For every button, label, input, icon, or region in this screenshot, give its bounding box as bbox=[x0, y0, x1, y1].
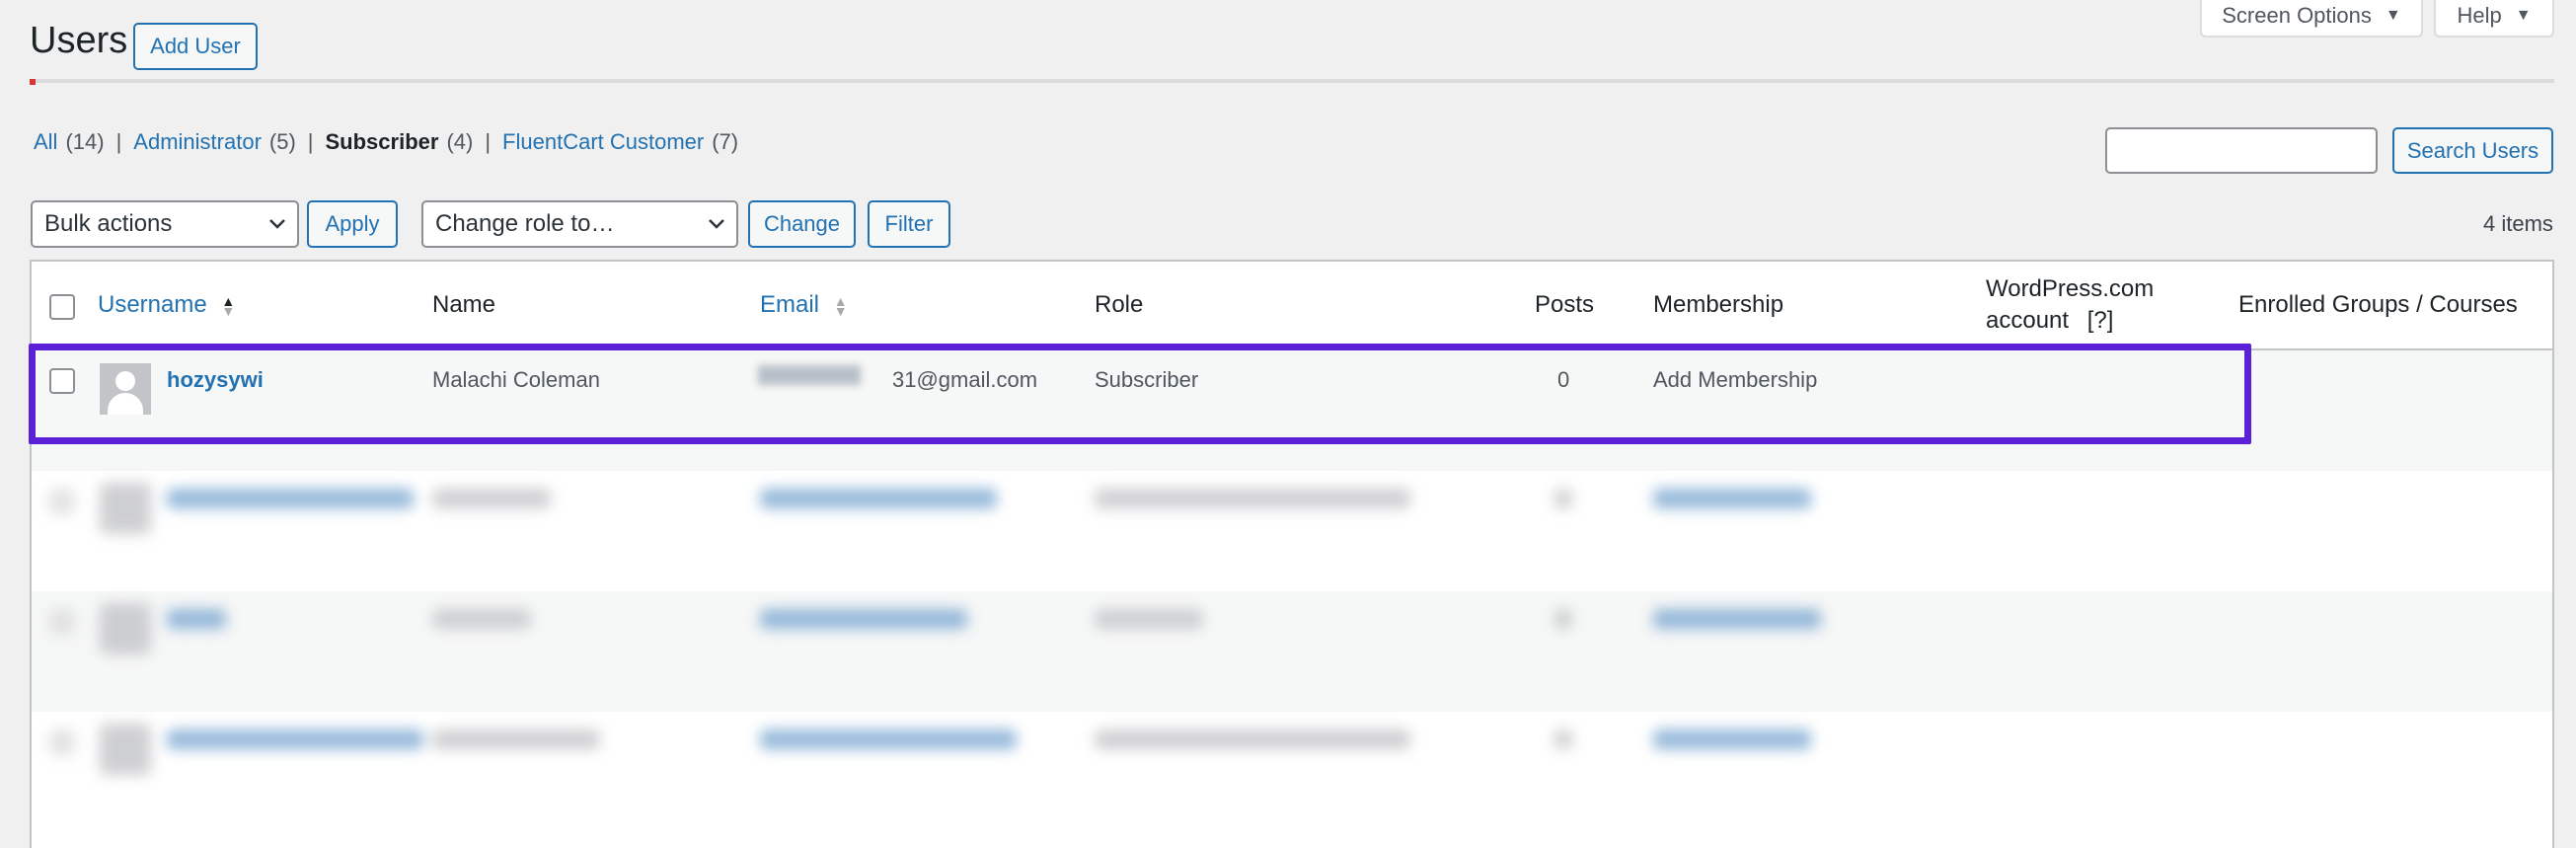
avatar bbox=[100, 724, 151, 775]
user-role bbox=[1095, 730, 1410, 749]
add-membership-link bbox=[1653, 489, 1811, 508]
row-checkbox bbox=[49, 609, 75, 635]
wpcom-help-link[interactable]: [?] bbox=[2087, 307, 2114, 334]
column-name: Name bbox=[432, 291, 496, 318]
table-header: Username ▲ ▼ Name Email ▲ ▼ Role Posts Mem… bbox=[32, 262, 2552, 350]
select-all-checkbox[interactable] bbox=[49, 294, 75, 320]
table-row: hozysywi Malachi Coleman 31@gmail.com Su… bbox=[32, 350, 2552, 471]
column-enrolled: Enrolled Groups / Courses bbox=[2238, 291, 2518, 318]
help-label: Help bbox=[2457, 3, 2502, 28]
role-filter-links: All (14) | Administrator (5) | Subscribe… bbox=[34, 129, 738, 155]
sort-asc-icon: ▲ ▼ bbox=[221, 292, 236, 319]
table-row bbox=[32, 712, 2552, 832]
email-redaction bbox=[758, 365, 861, 385]
items-count: 4 items bbox=[2483, 211, 2553, 236]
add-membership-link bbox=[1653, 609, 1821, 629]
column-wpcom-account: WordPress.com account [?] bbox=[1986, 273, 2154, 337]
user-email[interactable]: 31@gmail.com bbox=[892, 366, 1037, 394]
avatar bbox=[100, 363, 151, 415]
table-row bbox=[32, 591, 2552, 712]
column-posts: Posts bbox=[1535, 291, 1595, 318]
change-role-button[interactable]: Change bbox=[748, 200, 856, 248]
user-email bbox=[760, 730, 1017, 749]
filter-subscriber[interactable]: Subscriber bbox=[326, 129, 439, 155]
apply-button[interactable]: Apply bbox=[307, 200, 398, 248]
column-wpcom-line1: WordPress.com bbox=[1986, 275, 2155, 302]
add-membership-link bbox=[1653, 730, 1811, 749]
caret-down-icon: ▼ bbox=[2515, 7, 2532, 24]
bulk-actions-value: Bulk actions bbox=[44, 210, 173, 237]
column-username-label: Username bbox=[98, 291, 207, 318]
username-link bbox=[167, 609, 226, 629]
add-user-button[interactable]: Add User bbox=[133, 23, 258, 70]
filter-all-count: (14) bbox=[65, 129, 105, 154]
filter-administrator[interactable]: Administrator bbox=[133, 129, 262, 155]
notice-marker bbox=[30, 79, 36, 85]
user-name: Malachi Coleman bbox=[432, 367, 600, 392]
column-role: Role bbox=[1095, 291, 1144, 318]
user-name bbox=[432, 489, 551, 508]
username-link bbox=[167, 489, 414, 508]
filter-fluentcart-customer[interactable]: FluentCart Customer bbox=[502, 129, 704, 155]
user-name bbox=[432, 609, 531, 629]
username-link bbox=[167, 730, 423, 749]
row-checkbox[interactable] bbox=[49, 368, 75, 394]
search-input[interactable] bbox=[2105, 127, 2378, 174]
sort-icon: ▲ ▼ bbox=[833, 292, 848, 319]
filter-subscriber-count: (4) bbox=[446, 129, 474, 154]
filter-fluentcart-customer-count: (7) bbox=[712, 129, 739, 154]
user-email bbox=[760, 609, 967, 629]
separator: | bbox=[115, 129, 122, 154]
user-role: Subscriber bbox=[1095, 367, 1199, 392]
column-username[interactable]: Username ▲ ▼ bbox=[98, 289, 235, 321]
user-posts bbox=[1554, 730, 1572, 749]
bulk-actions-select[interactable]: Bulk actions bbox=[31, 200, 299, 248]
page-title: Users bbox=[30, 20, 128, 61]
screen-options-label: Screen Options bbox=[2222, 3, 2372, 28]
user-role bbox=[1095, 609, 1203, 629]
chevron-down-icon bbox=[258, 218, 297, 230]
column-wpcom-line2: account bbox=[1986, 307, 2070, 334]
caret-down-icon: ▼ bbox=[2385, 7, 2401, 24]
separator: | bbox=[307, 129, 314, 154]
filter-administrator-count: (5) bbox=[268, 129, 296, 154]
filter-button[interactable]: Filter bbox=[868, 200, 950, 248]
user-posts bbox=[1554, 489, 1572, 508]
row-checkbox bbox=[49, 489, 75, 514]
filter-all[interactable]: All bbox=[34, 129, 57, 155]
divider bbox=[30, 79, 2554, 85]
user-posts: 0 bbox=[1557, 367, 1570, 392]
column-membership: Membership bbox=[1653, 291, 1784, 318]
add-membership-link[interactable]: Add Membership bbox=[1653, 366, 1817, 394]
user-name bbox=[432, 730, 600, 749]
help-button[interactable]: Help ▼ bbox=[2434, 0, 2554, 38]
user-email bbox=[760, 489, 997, 508]
change-role-select[interactable]: Change role to… bbox=[421, 200, 738, 248]
column-email-label: Email bbox=[760, 291, 820, 318]
user-role bbox=[1095, 489, 1410, 508]
avatar bbox=[100, 483, 151, 534]
search-users-button[interactable]: Search Users bbox=[2392, 127, 2553, 174]
avatar bbox=[100, 603, 151, 655]
user-posts bbox=[1554, 609, 1572, 629]
column-email[interactable]: Email ▲ ▼ bbox=[760, 289, 848, 321]
row-checkbox bbox=[49, 730, 75, 755]
username-link[interactable]: hozysywi bbox=[167, 366, 264, 394]
users-table: Username ▲ ▼ Name Email ▲ ▼ Role Posts Mem… bbox=[30, 260, 2554, 848]
change-role-value: Change role to… bbox=[435, 210, 615, 237]
screen-options-button[interactable]: Screen Options ▼ bbox=[2200, 0, 2423, 38]
separator: | bbox=[485, 129, 492, 154]
table-row bbox=[32, 471, 2552, 591]
chevron-down-icon bbox=[697, 218, 736, 230]
